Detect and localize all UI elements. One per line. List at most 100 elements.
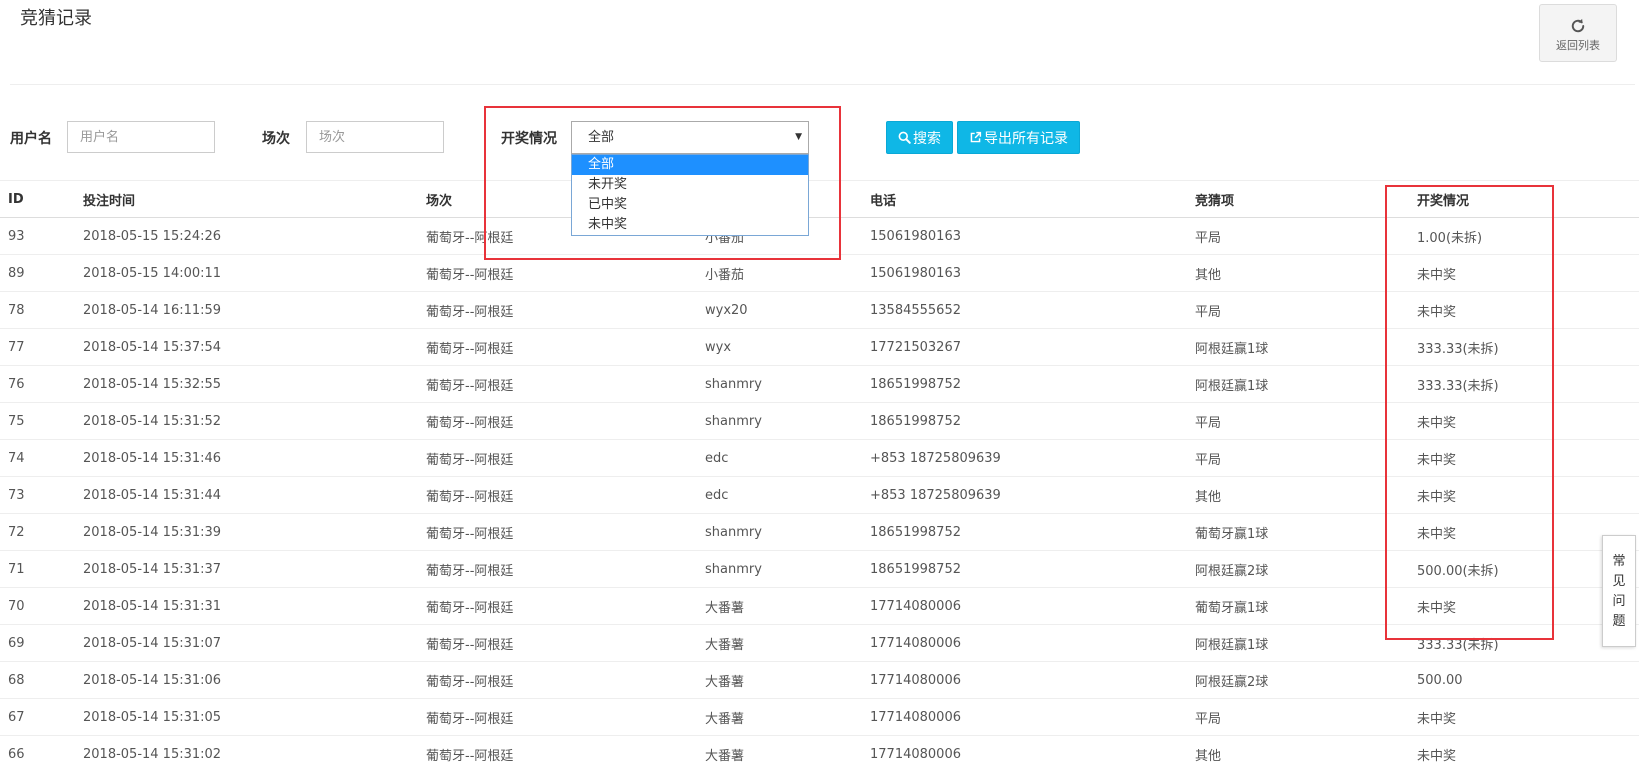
cell-guess-item: 阿根廷赢1球 [1195, 366, 1417, 403]
match-label: 场次 [262, 128, 290, 148]
cell-lottery-status: 未中奖 [1417, 292, 1639, 329]
cell-guess-item: 其他 [1195, 736, 1417, 772]
cell-lottery-status: 未中奖 [1417, 403, 1639, 440]
cell-lottery-status: 333.33(未拆) [1417, 366, 1639, 403]
cell-guess-item: 其他 [1195, 477, 1417, 514]
title-divider [10, 84, 1635, 85]
cell-lottery-status: 未中奖 [1417, 440, 1639, 477]
cell-phone: 15061980163 [870, 255, 1195, 292]
cell-match: 葡萄牙--阿根廷 [426, 551, 705, 588]
cell-guess-item: 平局 [1195, 218, 1417, 255]
table-row: 772018-05-14 15:37:54葡萄牙--阿根廷wyx17721503… [0, 329, 1639, 366]
cell-match: 葡萄牙--阿根廷 [426, 366, 705, 403]
table-row: 762018-05-14 15:32:55葡萄牙--阿根廷shanmry1865… [0, 366, 1639, 403]
cell-guess-item: 平局 [1195, 403, 1417, 440]
cell-id: 93 [0, 218, 83, 255]
faq-side-tab[interactable]: 常 见 问 题 [1602, 535, 1636, 647]
cell-username: shanmry [705, 403, 870, 440]
cell-id: 75 [0, 403, 83, 440]
cell-guess-item: 阿根廷赢1球 [1195, 625, 1417, 662]
column-header-guess-item: 竞猜项 [1195, 181, 1417, 218]
cell-id: 72 [0, 514, 83, 551]
username-label: 用户名 [10, 128, 52, 148]
cell-id: 67 [0, 699, 83, 736]
cell-username: shanmry [705, 514, 870, 551]
cell-username: 大番薯 [705, 625, 870, 662]
dropdown-option-won[interactable]: 已中奖 [572, 195, 808, 215]
dropdown-option-all[interactable]: 全部 [572, 155, 808, 175]
cell-bet-time: 2018-05-14 15:31:05 [83, 699, 426, 736]
cell-bet-time: 2018-05-14 15:31:37 [83, 551, 426, 588]
cell-username: 大番薯 [705, 699, 870, 736]
dropdown-option-not-won[interactable]: 未中奖 [572, 215, 808, 235]
lottery-status-select[interactable]: 全部 ▼ [571, 121, 809, 154]
table-row: 692018-05-14 15:31:07葡萄牙--阿根廷大番薯17714080… [0, 625, 1639, 662]
cell-match: 葡萄牙--阿根廷 [426, 699, 705, 736]
cell-guess-item: 阿根廷赢1球 [1195, 329, 1417, 366]
cell-match: 葡萄牙--阿根廷 [426, 736, 705, 772]
cell-lottery-status: 未中奖 [1417, 699, 1639, 736]
cell-username: shanmry [705, 551, 870, 588]
column-header-phone: 电话 [870, 181, 1195, 218]
table-row: 732018-05-14 15:31:44葡萄牙--阿根廷edc+853 187… [0, 477, 1639, 514]
cell-phone: 18651998752 [870, 514, 1195, 551]
cell-match: 葡萄牙--阿根廷 [426, 588, 705, 625]
table-row: 682018-05-14 15:31:06葡萄牙--阿根廷大番薯17714080… [0, 662, 1639, 699]
cell-lottery-status: 未中奖 [1417, 736, 1639, 772]
cell-match: 葡萄牙--阿根廷 [426, 625, 705, 662]
cell-username: 大番薯 [705, 588, 870, 625]
cell-bet-time: 2018-05-14 15:31:31 [83, 588, 426, 625]
back-button-label: 返回列表 [1540, 37, 1616, 53]
table-row: 662018-05-14 15:31:02葡萄牙--阿根廷大番薯17714080… [0, 736, 1639, 772]
cell-bet-time: 2018-05-14 15:31:07 [83, 625, 426, 662]
cell-id: 66 [0, 736, 83, 772]
cell-bet-time: 2018-05-14 15:31:46 [83, 440, 426, 477]
cell-username: 小番茄 [705, 255, 870, 292]
back-to-list-button[interactable]: 返回列表 [1539, 4, 1617, 62]
dropdown-option-not-drawn[interactable]: 未开奖 [572, 175, 808, 195]
cell-phone: 18651998752 [870, 403, 1195, 440]
cell-bet-time: 2018-05-14 15:31:06 [83, 662, 426, 699]
cell-lottery-status: 未中奖 [1417, 255, 1639, 292]
cell-guess-item: 阿根廷赢2球 [1195, 551, 1417, 588]
search-icon [898, 131, 911, 144]
column-header-bet-time: 投注时间 [83, 181, 426, 218]
cell-id: 89 [0, 255, 83, 292]
search-button[interactable]: 搜索 [886, 121, 953, 154]
cell-id: 69 [0, 625, 83, 662]
cell-username: 大番薯 [705, 662, 870, 699]
cell-lottery-status: 500.00 [1417, 662, 1639, 699]
dropdown-arrow-icon: ▼ [795, 122, 802, 153]
cell-guess-item: 平局 [1195, 292, 1417, 329]
cell-bet-time: 2018-05-14 16:11:59 [83, 292, 426, 329]
cell-bet-time: 2018-05-14 15:31:44 [83, 477, 426, 514]
cell-id: 74 [0, 440, 83, 477]
cell-match: 葡萄牙--阿根廷 [426, 662, 705, 699]
column-header-id: ID [0, 181, 83, 218]
table-row: 702018-05-14 15:31:31葡萄牙--阿根廷大番薯17714080… [0, 588, 1639, 625]
cell-username: 大番薯 [705, 736, 870, 772]
cell-phone: 17714080006 [870, 625, 1195, 662]
cell-phone: 17721503267 [870, 329, 1195, 366]
table-header-row: ID 投注时间 场次 用户名 电话 竞猜项 开奖情况 [0, 181, 1639, 218]
table-row: 752018-05-14 15:31:52葡萄牙--阿根廷shanmry1865… [0, 403, 1639, 440]
table-row: 722018-05-14 15:31:39葡萄牙--阿根廷shanmry1865… [0, 514, 1639, 551]
username-input[interactable] [67, 121, 215, 153]
table-row: 932018-05-15 15:24:26葡萄牙--阿根廷小番茄15061980… [0, 218, 1639, 255]
cell-guess-item: 阿根廷赢2球 [1195, 662, 1417, 699]
cell-bet-time: 2018-05-15 14:00:11 [83, 255, 426, 292]
cell-phone: 17714080006 [870, 736, 1195, 772]
faq-char: 常 [1603, 552, 1635, 572]
match-input[interactable] [306, 121, 444, 153]
cell-phone: +853 18725809639 [870, 477, 1195, 514]
cell-bet-time: 2018-05-14 15:31:02 [83, 736, 426, 772]
cell-username: wyx [705, 329, 870, 366]
cell-bet-time: 2018-05-14 15:31:52 [83, 403, 426, 440]
export-all-button[interactable]: 导出所有记录 [957, 121, 1080, 154]
table-body: 932018-05-15 15:24:26葡萄牙--阿根廷小番茄15061980… [0, 218, 1639, 772]
cell-phone: 18651998752 [870, 366, 1195, 403]
cell-guess-item: 葡萄牙赢1球 [1195, 588, 1417, 625]
cell-id: 71 [0, 551, 83, 588]
faq-char: 问 [1603, 592, 1635, 612]
cell-match: 葡萄牙--阿根廷 [426, 477, 705, 514]
